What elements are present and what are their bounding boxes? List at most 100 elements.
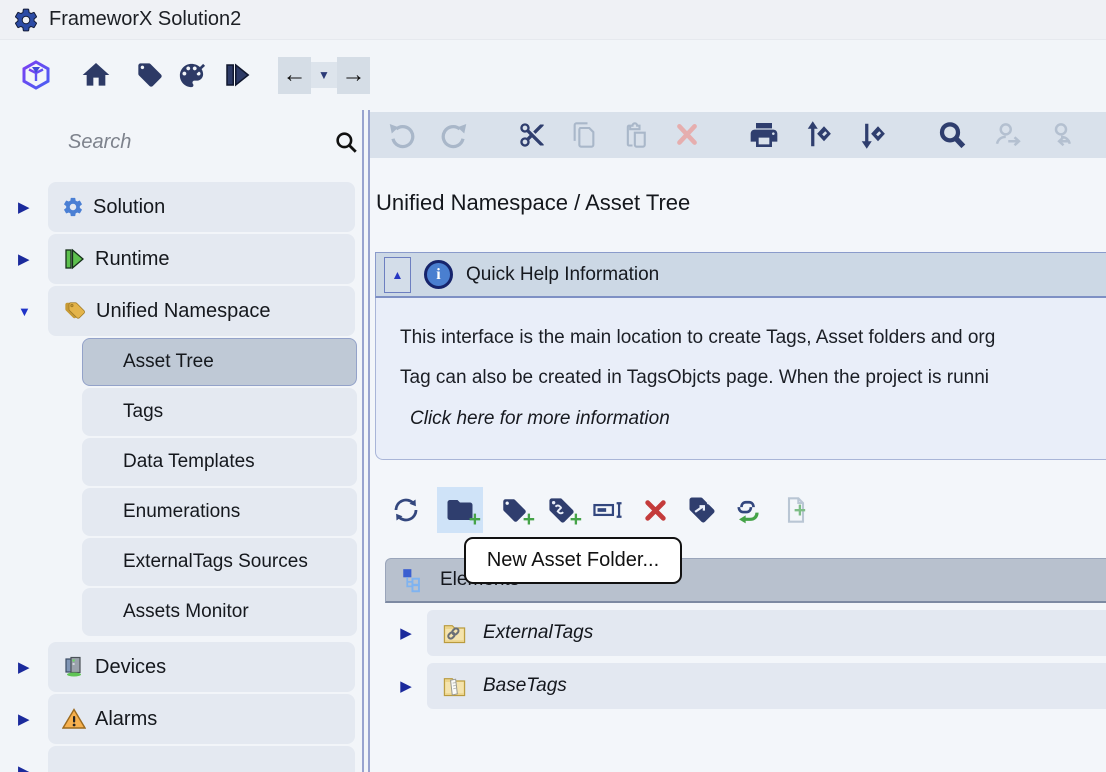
subitem-label: Data Templates <box>123 451 255 473</box>
delete-icon[interactable] <box>674 122 700 148</box>
folder-link-icon <box>441 620 468 647</box>
chevron-right-icon[interactable]: ▶ <box>18 694 40 744</box>
help-text-line: Tag can also be created in TagsObjcts pa… <box>400 358 1106 398</box>
sidebar-item-devices: ▶ Devices <box>0 642 362 692</box>
tree-row-externaltags: ▶ ExternalTags <box>385 610 1106 656</box>
sidebar-item-label: Unified Namespace <box>96 300 271 323</box>
sitemap-icon <box>400 567 426 593</box>
subitem-label: Assets Monitor <box>123 601 249 623</box>
search-input[interactable] <box>18 131 333 154</box>
sidebar-splitter[interactable] <box>362 110 370 772</box>
sidebar-item-label: Solution <box>93 196 165 219</box>
help-text-line: This interface is the main location to c… <box>400 318 1106 358</box>
delete-red-icon[interactable] <box>639 494 671 526</box>
new-tag-icon[interactable]: + <box>498 494 530 526</box>
redo-icon[interactable] <box>440 120 470 150</box>
quick-help-body: This interface is the main location to c… <box>375 298 1106 460</box>
chevron-down-icon[interactable]: ▼ <box>18 286 40 336</box>
chevron-right-icon[interactable]: ▶ <box>18 234 40 284</box>
new-asset-folder-button[interactable]: + <box>437 487 483 533</box>
gold-tags-icon <box>62 300 87 322</box>
tag-import-icon[interactable] <box>686 494 718 526</box>
chevron-right-icon[interactable]: ▶ <box>18 182 40 232</box>
sidebar-search-row <box>0 118 362 166</box>
copy-icon[interactable] <box>570 121 598 149</box>
sidebar-subitem-enumerations[interactable]: Enumerations <box>82 488 357 536</box>
sidebar-item-partial-box[interactable] <box>48 746 355 772</box>
window-title: FrameworX Solution2 <box>49 8 241 31</box>
chevron-right-icon[interactable]: ▶ <box>18 746 40 772</box>
warning-triangle-icon <box>62 707 86 731</box>
palette-icon[interactable] <box>176 60 207 91</box>
tooltip: New Asset Folder... <box>464 537 682 584</box>
edit-toolbar <box>370 112 1106 158</box>
gear-icon <box>13 7 39 33</box>
sidebar-item-solution: ▶ Solution <box>0 182 362 232</box>
subitem-label: ExternalTags Sources <box>123 551 308 573</box>
sidebar-item-devices-box[interactable]: Devices <box>48 642 355 692</box>
paste-icon[interactable] <box>622 121 650 149</box>
tag-icon[interactable] <box>136 61 164 89</box>
sidebar-subitem-asset-tree[interactable]: Asset Tree <box>82 338 357 386</box>
more-information-link[interactable]: Click here for more information <box>410 408 1106 430</box>
sidebar-item-alarms-box[interactable]: Alarms <box>48 694 355 744</box>
sidebar-subitem-data-templates[interactable]: Data Templates <box>82 438 357 486</box>
sort-ascending-icon[interactable] <box>804 120 834 150</box>
quick-help-title: Quick Help Information <box>466 264 659 286</box>
new-linked-tag-icon[interactable]: + <box>545 494 577 526</box>
sidebar-item-partial: ▶ <box>0 746 362 772</box>
chevron-right-icon[interactable]: ▶ <box>18 642 40 692</box>
sidebar-item-label: Alarms <box>95 708 157 731</box>
chevron-right-icon[interactable]: ▶ <box>385 677 427 695</box>
new-document-icon[interactable]: + <box>780 494 812 526</box>
undo-icon[interactable] <box>386 120 416 150</box>
nav-history-dropdown[interactable]: ▼ <box>311 62 337 88</box>
main-layout: ▶ Solution ▶ Runtime <box>0 110 1106 772</box>
sidebar-item-label: Devices <box>95 656 166 679</box>
app-toolbar: ← ▼ → <box>0 40 1106 110</box>
find-next-user-icon[interactable] <box>992 120 1022 150</box>
find-icon[interactable] <box>936 119 968 151</box>
subitem-label: Asset Tree <box>123 351 214 373</box>
sidebar-subitem-externaltags-sources[interactable]: ExternalTags Sources <box>82 538 357 586</box>
sidebar: ▶ Solution ▶ Runtime <box>0 110 362 772</box>
find-previous-user-icon[interactable] <box>1046 120 1076 150</box>
asset-actions-toolbar: + + + <box>370 487 1106 533</box>
tree-row-label: ExternalTags <box>483 622 593 644</box>
subitem-label: Enumerations <box>123 501 240 523</box>
sort-descending-icon[interactable] <box>858 120 888 150</box>
tree-row-box[interactable]: BaseTags <box>427 663 1106 709</box>
sidebar-nav-tree: ▶ Solution ▶ Runtime <box>0 182 362 772</box>
nav-forward-button[interactable]: → <box>337 57 370 94</box>
sidebar-item-runtime-box[interactable]: Runtime <box>48 234 355 284</box>
sidebar-subitem-assets-monitor[interactable]: Assets Monitor <box>82 588 357 636</box>
chevron-right-icon[interactable]: ▶ <box>385 624 427 642</box>
runtime-icon[interactable] <box>222 60 252 90</box>
refresh-icon[interactable] <box>390 494 422 526</box>
print-icon[interactable] <box>748 119 780 151</box>
sidebar-item-runtime: ▶ Runtime <box>0 234 362 284</box>
gear-blue-icon <box>62 196 84 218</box>
nav-back-button[interactable]: ← <box>278 57 311 94</box>
brand-cube-icon[interactable] <box>20 59 52 91</box>
home-icon[interactable] <box>80 59 112 91</box>
nav-arrows-group: ← ▼ → <box>278 57 370 94</box>
link-return-icon[interactable] <box>733 494 765 526</box>
device-server-icon <box>62 655 86 679</box>
sidebar-subitem-tags[interactable]: Tags <box>82 388 357 436</box>
collapse-panel-button[interactable]: ▲ <box>384 257 411 293</box>
sidebar-item-solution-box[interactable]: Solution <box>48 182 355 232</box>
tree-row-box[interactable]: ExternalTags <box>427 610 1106 656</box>
rename-icon[interactable] <box>592 494 624 526</box>
tree-row-basetags: ▶ BaseTags <box>385 663 1106 709</box>
quick-help-panel: ▲ i Quick Help Information This interfac… <box>375 252 1106 460</box>
runtime-green-icon <box>62 247 86 271</box>
search-icon[interactable] <box>333 129 359 155</box>
quick-help-header: ▲ i Quick Help Information <box>375 252 1106 298</box>
new-folder-icon: + <box>444 494 476 526</box>
cut-icon[interactable] <box>518 121 546 149</box>
sidebar-item-unified-namespace-box[interactable]: Unified Namespace <box>48 286 355 336</box>
sidebar-item-unified-namespace: ▼ Unified Namespace <box>0 286 362 336</box>
main-content: Unified Namespace / Asset Tree ▲ i Quick… <box>370 110 1106 772</box>
sidebar-item-alarms: ▶ Alarms <box>0 694 362 744</box>
